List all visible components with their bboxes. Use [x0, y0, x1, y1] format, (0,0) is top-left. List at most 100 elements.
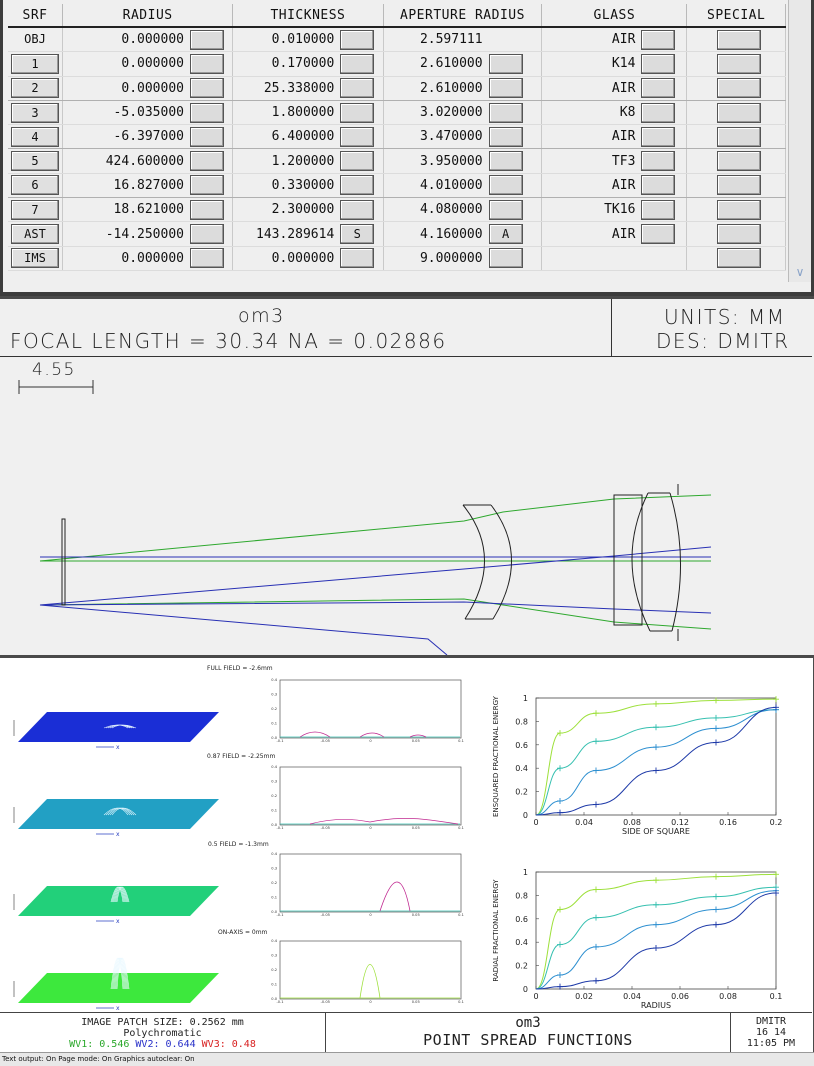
radius-value[interactable]: -14.250000 — [66, 227, 184, 242]
radius-value[interactable]: 424.600000 — [66, 154, 184, 169]
surface-button[interactable]: 1 — [11, 53, 59, 74]
glass-value[interactable]: TK16 — [545, 202, 635, 217]
thickness-value[interactable]: 0.330000 — [236, 178, 335, 193]
special-button[interactable] — [717, 29, 762, 50]
radius-value[interactable]: -5.035000 — [66, 105, 184, 120]
aperture-value[interactable]: 4.080000 — [387, 202, 483, 217]
aperture-solve-button[interactable] — [488, 53, 523, 74]
radius-value[interactable]: 0.000000 — [66, 56, 184, 71]
glass-value[interactable]: AIR — [545, 129, 635, 144]
thickness-value[interactable]: 2.300000 — [236, 202, 335, 217]
aperture-value[interactable]: 2.610000 — [387, 81, 483, 96]
aperture-solve-button[interactable] — [488, 248, 523, 269]
radius-solve-button[interactable] — [190, 248, 224, 269]
aperture-value[interactable]: 2.610000 — [387, 56, 483, 71]
radius-solve-button[interactable] — [190, 29, 224, 50]
thickness-value[interactable]: 25.338000 — [236, 81, 334, 96]
surface-button[interactable]: 2 — [11, 78, 59, 99]
thickness-value[interactable]: 143.289614 — [236, 227, 334, 242]
thickness-solve-button[interactable] — [340, 199, 375, 220]
special-button[interactable] — [717, 53, 762, 74]
glass-solve-button[interactable] — [641, 53, 676, 74]
radius-value[interactable]: 0.000000 — [66, 251, 184, 266]
glass-value[interactable]: AIR — [545, 32, 635, 47]
scroll-down-icon[interactable]: ∨ — [789, 264, 811, 280]
aperture-solve-button[interactable] — [488, 151, 523, 172]
thickness-solve-button[interactable] — [340, 29, 375, 50]
surface-button[interactable]: 5 — [11, 151, 59, 172]
glass-solve-button[interactable] — [641, 199, 676, 220]
surface-button[interactable]: 3 — [11, 102, 59, 123]
aperture-solve-button[interactable] — [488, 199, 523, 220]
aperture-value[interactable]: 2.597111 — [387, 32, 483, 47]
aperture-value[interactable]: 3.020000 — [387, 105, 483, 120]
radius-solve-button[interactable] — [190, 78, 224, 99]
thickness-value[interactable]: 1.200000 — [236, 154, 335, 169]
thickness-value[interactable]: 1.800000 — [236, 105, 335, 120]
surface-button[interactable]: 6 — [11, 175, 59, 196]
radius-solve-button[interactable] — [190, 199, 224, 220]
glass-solve-button[interactable] — [641, 175, 676, 196]
thickness-solve-button[interactable] — [340, 151, 375, 172]
surface-button[interactable]: IMS — [11, 248, 59, 269]
aperture-solve-button[interactable]: A — [488, 224, 523, 245]
radius-solve-button[interactable] — [190, 151, 224, 172]
special-button[interactable] — [717, 175, 762, 196]
glass-value[interactable]: AIR — [545, 178, 635, 193]
aperture-solve-button[interactable] — [488, 175, 523, 196]
radial-ytick: 0.8 — [515, 891, 528, 900]
thickness-value[interactable]: 6.400000 — [236, 129, 335, 144]
glass-value[interactable]: AIR — [545, 81, 635, 96]
aperture-solve-button[interactable] — [488, 102, 523, 123]
radius-solve-button[interactable] — [190, 175, 224, 196]
glass-solve-button[interactable] — [641, 224, 676, 245]
aperture-solve-button[interactable] — [488, 126, 523, 147]
glass-solve-button[interactable] — [641, 151, 676, 172]
glass-value[interactable]: K8 — [545, 105, 636, 120]
thickness-solve-button[interactable] — [340, 78, 375, 99]
thickness-solve-button[interactable]: S — [340, 224, 375, 245]
radius-solve-button[interactable] — [190, 53, 224, 74]
thickness-solve-button[interactable] — [340, 175, 375, 196]
special-button[interactable] — [717, 224, 762, 245]
thickness-solve-button[interactable] — [340, 53, 375, 74]
special-button[interactable] — [717, 151, 762, 172]
radius-solve-button[interactable] — [190, 224, 224, 245]
aperture-solve-button[interactable] — [488, 78, 523, 99]
glass-value[interactable]: AIR — [545, 227, 635, 242]
special-button[interactable] — [717, 199, 762, 220]
glass-solve-button[interactable] — [641, 102, 676, 123]
vertical-scrollbar[interactable]: ∨ — [788, 0, 811, 282]
glass-solve-button[interactable] — [641, 78, 676, 99]
surface-button[interactable]: AST — [11, 224, 59, 245]
special-button[interactable] — [717, 102, 762, 123]
radius-value[interactable]: 16.827000 — [66, 178, 184, 193]
glass-solve-button[interactable] — [641, 29, 676, 50]
radius-value[interactable]: 0.000000 — [66, 81, 184, 96]
aperture-value[interactable]: 3.470000 — [387, 129, 483, 144]
thickness-solve-button[interactable] — [340, 248, 375, 269]
thickness-solve-button[interactable] — [340, 126, 375, 147]
aperture-value[interactable]: 9.000000 — [387, 251, 483, 266]
special-button[interactable] — [717, 126, 762, 147]
special-button[interactable] — [717, 78, 762, 99]
surface-button[interactable]: 7 — [11, 199, 59, 220]
axis-x-label: x — [116, 744, 120, 751]
radius-value[interactable]: 0.000000 — [66, 32, 184, 47]
radius-value[interactable]: -6.397000 — [66, 129, 184, 144]
thickness-value[interactable]: 0.000000 — [236, 251, 335, 266]
thickness-solve-button[interactable] — [340, 102, 375, 123]
radius-solve-button[interactable] — [190, 102, 224, 123]
thickness-value[interactable]: 0.010000 — [236, 32, 335, 47]
radius-solve-button[interactable] — [190, 126, 224, 147]
aperture-value[interactable]: 4.010000 — [387, 178, 483, 193]
thickness-value[interactable]: 0.170000 — [236, 56, 335, 71]
aperture-value[interactable]: 3.950000 — [387, 154, 483, 169]
aperture-value[interactable]: 4.160000 — [387, 227, 483, 242]
glass-value[interactable]: K14 — [545, 56, 635, 71]
glass-solve-button[interactable] — [641, 126, 676, 147]
special-button[interactable] — [717, 248, 762, 269]
glass-value[interactable]: TF3 — [545, 154, 635, 169]
radius-value[interactable]: 18.621000 — [66, 202, 184, 217]
surface-button[interactable]: 4 — [11, 126, 59, 147]
